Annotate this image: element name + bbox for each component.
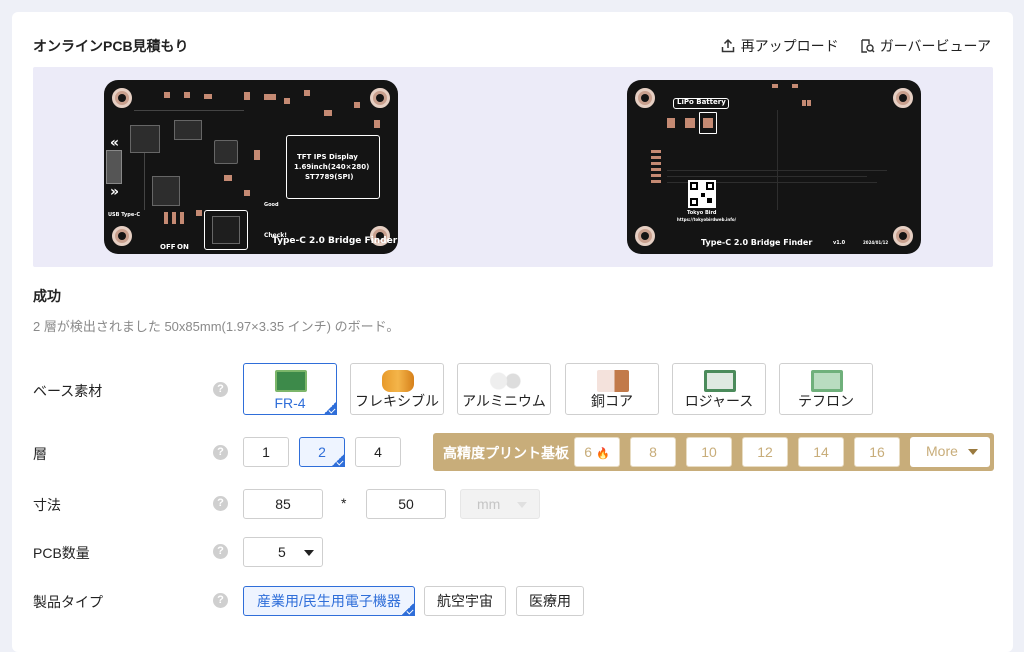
product-type-medical[interactable]: 医療用	[516, 586, 584, 616]
chevron-down-icon	[968, 449, 978, 455]
more-layers-dropdown[interactable]: More	[910, 437, 990, 467]
quantity-row: PCB数量 ? 5	[33, 535, 993, 575]
material-flex[interactable]: フレキシブル	[350, 363, 444, 415]
material-teflon[interactable]: テフロン	[779, 363, 873, 415]
product-type-consumer[interactable]: 産業用/民生用電子機器	[243, 586, 415, 616]
flex-icon	[382, 370, 414, 392]
help-icon[interactable]: ?	[213, 382, 228, 397]
switch-on-label: ON	[177, 243, 189, 251]
layers-label: 層	[33, 446, 47, 462]
copper-core-icon	[597, 370, 629, 392]
selected-check-icon	[331, 453, 345, 467]
product-type-row: 製品タイプ ? 産業用/民生用電子機器 航空宇宙 医療用	[33, 584, 993, 624]
fr4-icon	[275, 370, 307, 392]
selected-check-icon	[323, 401, 337, 415]
help-icon[interactable]: ?	[213, 593, 228, 608]
width-input[interactable]: 85	[243, 489, 323, 519]
display-text-2: 1.69inch(240×280)	[294, 163, 370, 171]
dimension-separator: *	[341, 495, 347, 511]
quote-card: オンラインPCB見積もり 再アップロード ガーバービューア « » USB Ty…	[12, 12, 1013, 652]
mount-hole	[893, 88, 913, 108]
layer-option-10[interactable]: 10	[686, 437, 732, 467]
good-label: Good	[264, 202, 279, 208]
mount-hole	[370, 88, 390, 108]
help-icon[interactable]: ?	[213, 445, 228, 460]
layer-option-12[interactable]: 12	[742, 437, 788, 467]
selected-check-icon	[401, 602, 415, 616]
display-text-3: ST7789(SPI)	[305, 173, 354, 181]
mount-hole	[112, 88, 132, 108]
page-title: オンラインPCB見積もり	[33, 38, 189, 54]
front-board-name: Type-C 2.0 Bridge Finder	[272, 236, 398, 246]
chevron-down-icon	[304, 550, 314, 556]
maker-label: Tokyo Bird	[687, 210, 717, 216]
rogers-icon	[704, 370, 736, 392]
layer-option-16[interactable]: 16	[854, 437, 900, 467]
url-label: https://tokyobirdweb.info/	[677, 217, 737, 222]
dimensions-label: 寸法	[33, 497, 61, 513]
back-board-name: Type-C 2.0 Bridge Finder	[701, 238, 813, 247]
material-aluminum[interactable]: アルミニウム	[457, 363, 551, 415]
material-fr4[interactable]: FR-4	[243, 363, 337, 415]
mount-hole	[635, 226, 655, 246]
usb-label: USB Type-C	[108, 212, 141, 218]
product-type-aerospace[interactable]: 航空宇宙	[424, 586, 506, 616]
pcb-preview: « » USB Type-C TFT IPS Display 1.69inch(…	[33, 67, 993, 267]
reupload-button[interactable]: 再アップロード	[720, 36, 839, 56]
gerber-viewer-label: ガーバービューア	[879, 38, 991, 54]
version-label: v1.0	[833, 240, 846, 246]
help-icon[interactable]: ?	[213, 496, 228, 511]
mount-hole	[635, 88, 655, 108]
pcb-back-image: LiPo Battery Tokyo Bird https://tokyobir…	[627, 80, 921, 254]
layer-option-2[interactable]: 2	[299, 437, 345, 467]
fire-icon: 🔥	[595, 448, 610, 460]
base-material-label: ベース素材	[33, 383, 103, 399]
layer-option-4[interactable]: 4	[355, 437, 401, 467]
layer-option-8[interactable]: 8	[630, 437, 676, 467]
mount-hole	[893, 226, 913, 246]
product-type-label: 製品タイプ	[33, 594, 103, 610]
gerber-viewer-button[interactable]: ガーバービューア	[859, 36, 991, 56]
base-material-row: ベース素材 ? FR-4 フレキシブル アルミニウム 銅コア ロジャース テフロ…	[33, 363, 993, 417]
pcb-front-image: « » USB Type-C TFT IPS Display 1.69inch(…	[104, 80, 398, 254]
height-input[interactable]: 50	[366, 489, 446, 519]
display-text-1: TFT IPS Display	[297, 153, 358, 161]
high-precision-strip: 高精度プリント基板 6 🔥 8 10 12 14 16 More	[433, 433, 994, 471]
quantity-label: PCB数量	[33, 545, 90, 561]
lipo-label: LiPo Battery	[677, 98, 726, 106]
date-label: 2024/01/12	[863, 240, 889, 245]
layer-option-1[interactable]: 1	[243, 437, 289, 467]
unit-select[interactable]: mm	[460, 489, 540, 519]
material-copper-core[interactable]: 銅コア	[565, 363, 659, 415]
chevron-down-icon	[517, 502, 527, 508]
switch-off-label: OFF	[160, 243, 176, 251]
detection-message: 2 層が検出されました 50x85mm(1.97×3.35 インチ) のボード。	[33, 319, 400, 334]
header-actions: 再アップロード ガーバービューア	[720, 36, 991, 56]
status-title: 成功	[33, 288, 61, 304]
upload-icon	[721, 38, 734, 53]
high-precision-label: 高精度プリント基板	[443, 445, 569, 461]
qr-code	[688, 180, 716, 208]
document-search-icon	[860, 39, 875, 53]
reupload-label: 再アップロード	[740, 38, 839, 54]
mount-hole	[112, 226, 132, 246]
aluminum-icon	[489, 370, 521, 392]
help-icon[interactable]: ?	[213, 544, 228, 559]
teflon-icon	[811, 370, 843, 392]
layers-row: 層 ? 1 2 4 高精度プリント基板 6 🔥 8 10 12 14 16 Mo…	[33, 433, 994, 473]
dimensions-row: 寸法 ? 85 * 50 mm	[33, 487, 993, 527]
quantity-select[interactable]: 5	[243, 537, 323, 567]
layer-option-6[interactable]: 6 🔥	[574, 437, 620, 467]
material-rogers[interactable]: ロジャース	[672, 363, 766, 415]
layer-option-14[interactable]: 14	[798, 437, 844, 467]
